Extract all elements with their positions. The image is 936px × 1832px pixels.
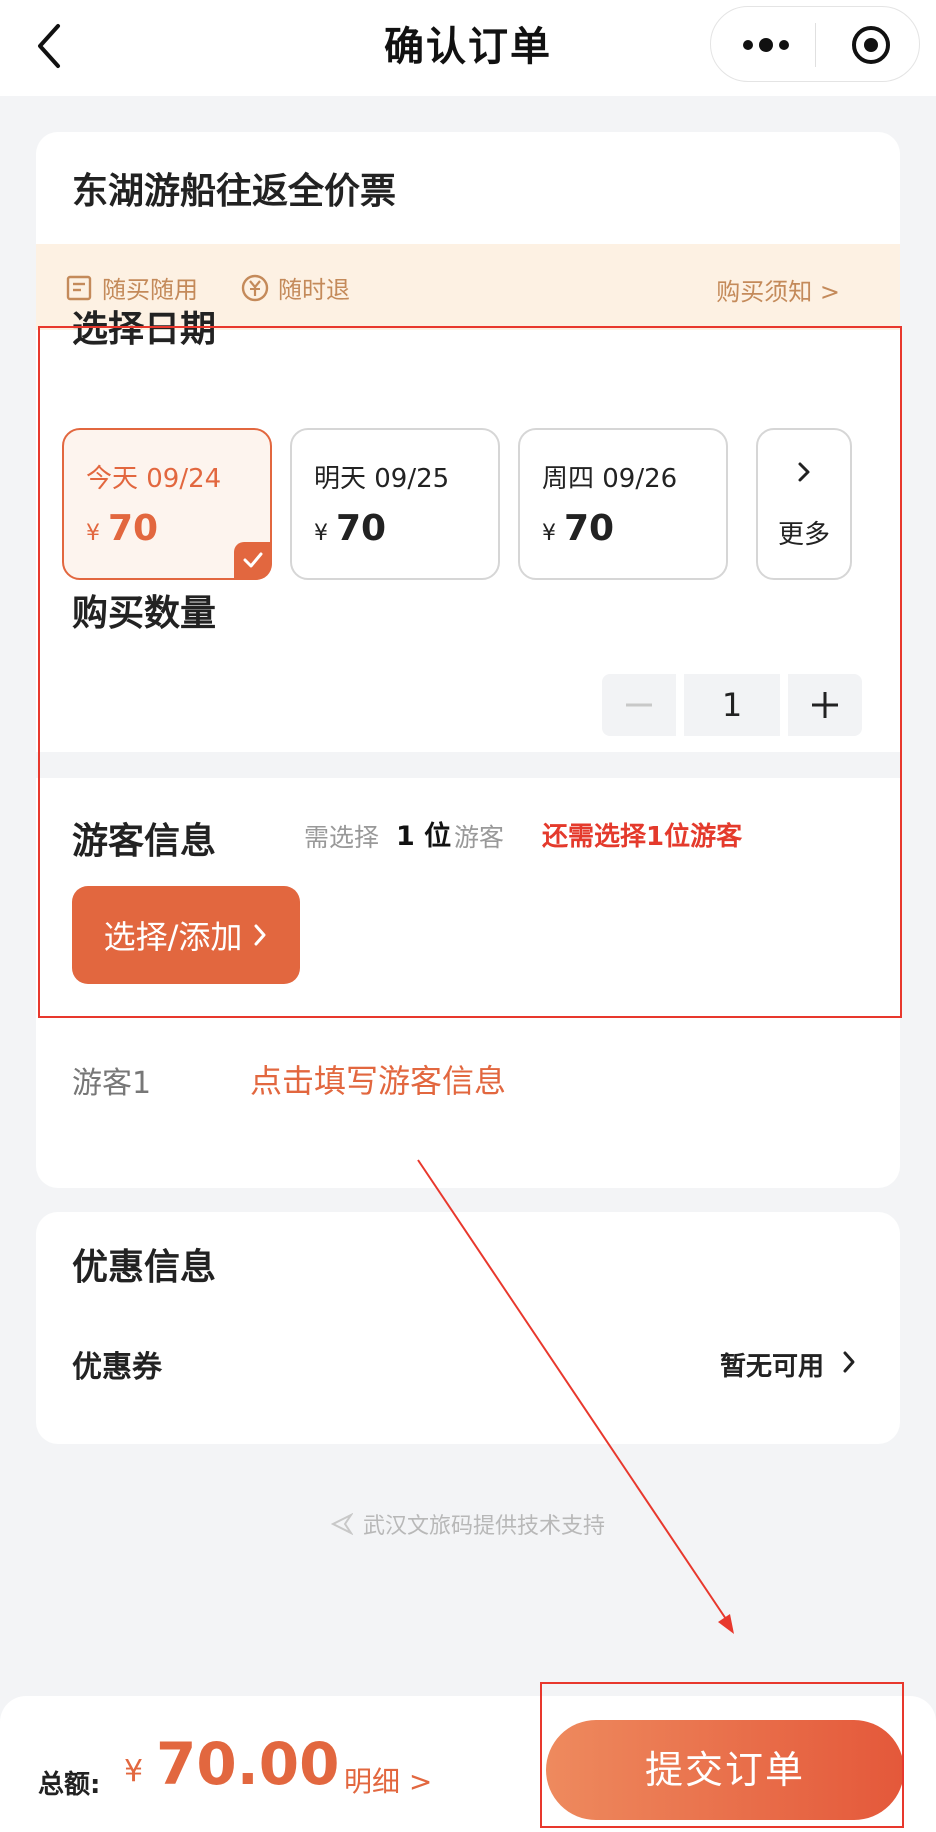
- miniprogram-capsule: [710, 6, 920, 82]
- select-add-visitor-label: 选择/添加: [103, 918, 243, 956]
- capsule-divider: [815, 23, 816, 67]
- total-amount: 70.00: [156, 1730, 340, 1798]
- more-dates-button[interactable]: 更多: [756, 428, 852, 580]
- visitor-info-title: 游客信息: [72, 821, 217, 862]
- ticket-name: 东湖游船往返全价票: [72, 171, 397, 212]
- date-option-today[interactable]: 今天 09/24 ¥ 70: [62, 428, 272, 580]
- currency-symbol: ¥: [314, 521, 328, 546]
- date-label: 今天 09/24: [86, 464, 222, 494]
- selected-badge: [234, 542, 272, 580]
- notice-refund: 随时退: [240, 270, 350, 305]
- navigation-bar: 确认订单: [0, 0, 936, 96]
- tech-support-note: 武汉文旅码提供技术支持: [0, 1508, 936, 1540]
- price-value: 70: [336, 508, 387, 549]
- chevron-right-icon[interactable]: [842, 1350, 856, 1374]
- date-option-tomorrow[interactable]: 明天 09/25 ¥ 70: [290, 428, 500, 580]
- chevron-right-icon: [798, 462, 810, 482]
- price-value: 70: [564, 508, 615, 549]
- chevron-right-icon: [254, 924, 266, 946]
- receipt-icon: [66, 275, 92, 300]
- need-select-count: 1 位: [396, 821, 452, 852]
- currency-symbol: ¥: [542, 521, 556, 546]
- check-icon: [243, 552, 263, 568]
- select-date-title: 选择日期: [72, 309, 217, 350]
- notice-refund-label: 随时退: [278, 276, 350, 304]
- more-dots-icon[interactable]: [741, 31, 791, 59]
- yen-circle-icon: [241, 274, 269, 301]
- order-card: 东湖游船往返全价票 随买随用 随时退 购买须知 > 选择日期 今天 09/24 …: [36, 132, 900, 1188]
- minus-icon: [626, 703, 652, 707]
- quantity-decrease-button[interactable]: [602, 674, 676, 736]
- submit-order-button[interactable]: 提交订单: [546, 1720, 904, 1820]
- date-price: ¥ 70: [86, 508, 158, 549]
- quantity-value[interactable]: 1: [684, 674, 780, 736]
- select-add-visitor-button[interactable]: 选择/添加: [72, 886, 300, 984]
- price-detail-link[interactable]: 明细 >: [344, 1760, 432, 1800]
- date-label: 周四 09/26: [542, 464, 678, 494]
- date-price: ¥ 70: [542, 508, 614, 549]
- date-label: 明天 09/25: [314, 464, 450, 494]
- send-icon: [330, 1513, 353, 1535]
- coupon-label: 优惠券: [72, 1350, 162, 1385]
- visitor-1-label: 游客1: [72, 1066, 152, 1101]
- plus-icon: [812, 692, 838, 718]
- fill-visitor-info-link[interactable]: 点击填写游客信息: [250, 1056, 506, 1102]
- total-label: 总额:: [38, 1770, 101, 1800]
- coupon-value[interactable]: 暂无可用: [720, 1346, 824, 1383]
- total-currency: ¥: [124, 1754, 144, 1789]
- tech-support-label: 武汉文旅码提供技术支持: [362, 1514, 605, 1539]
- quantity-increase-button[interactable]: [788, 674, 862, 736]
- price-value: 70: [108, 508, 159, 549]
- need-select-suffix: 游客: [454, 823, 505, 852]
- section-separator: [36, 752, 900, 778]
- purchase-notice-link[interactable]: 购买须知 >: [716, 272, 840, 307]
- close-miniprogram-icon[interactable]: [849, 23, 893, 67]
- discount-info-title: 优惠信息: [72, 1247, 217, 1288]
- currency-symbol: ¥: [86, 521, 100, 546]
- need-select-prefix: 需选择: [304, 823, 380, 852]
- visitor-warning: 还需选择1位游客: [542, 822, 743, 852]
- date-price: ¥ 70: [314, 508, 386, 549]
- bottom-bar: 总额: ¥ 70.00 明细 > 提交订单: [0, 1696, 936, 1832]
- discount-card: 优惠信息 优惠券 暂无可用: [36, 1212, 900, 1444]
- quantity-label: 购买数量: [72, 593, 217, 634]
- more-dates-label: 更多: [777, 520, 830, 550]
- date-option-thursday[interactable]: 周四 09/26 ¥ 70: [518, 428, 728, 580]
